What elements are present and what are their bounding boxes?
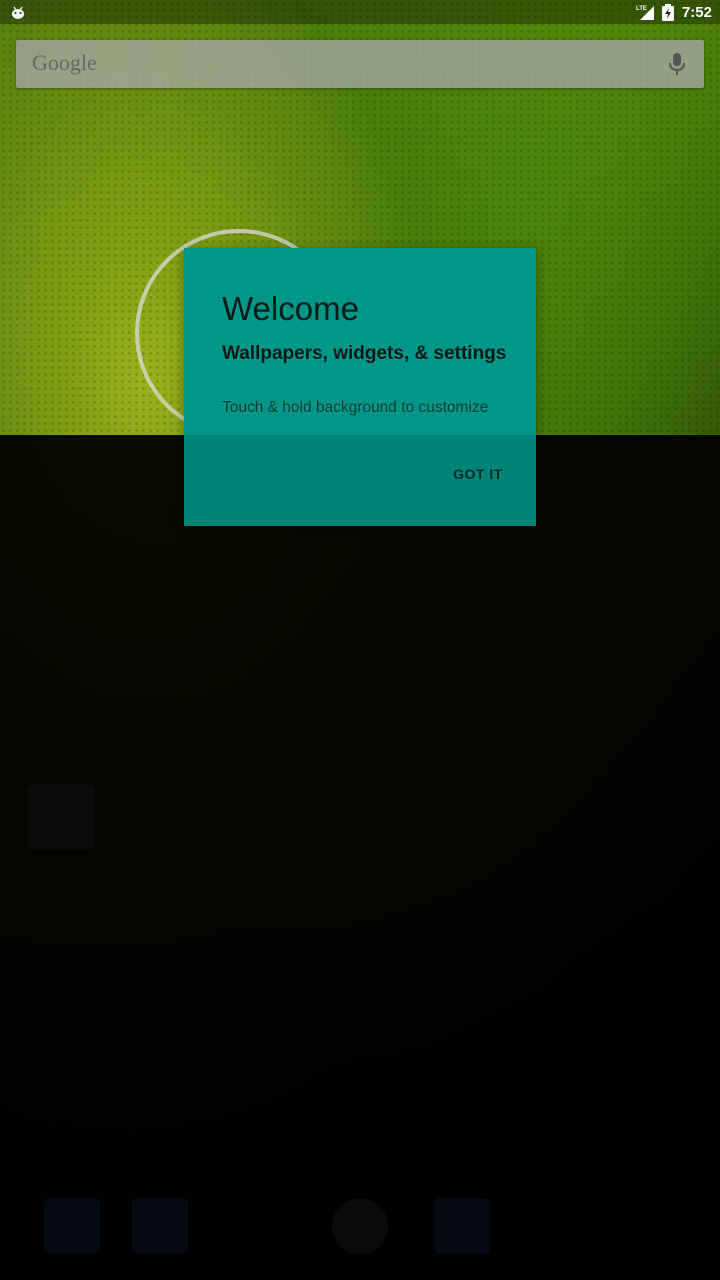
welcome-description: Touch & hold background to customize	[222, 399, 489, 416]
tutorial-dim-overlay[interactable]	[0, 435, 720, 1280]
dock-contacts-icon	[132, 1198, 188, 1254]
status-bar: LTE 7:52	[0, 0, 720, 24]
status-time: 7:52	[681, 3, 712, 21]
dock-app-icon	[44, 1198, 100, 1254]
home-screen[interactable]: LTE 7:52 Google Welcome Wallpapers, widg…	[0, 0, 720, 1280]
lte-signal-icon: LTE	[636, 6, 654, 20]
network-type-label: LTE	[636, 6, 647, 12]
app-drawer-icon	[332, 1198, 388, 1254]
welcome-title: Welcome	[222, 290, 359, 327]
google-search-bar[interactable]: Google	[16, 40, 704, 88]
got-it-button[interactable]: GOT IT	[440, 460, 516, 488]
app-shortcut-icon	[28, 784, 94, 850]
dock-messaging-icon	[434, 1198, 490, 1254]
android-notification-icon	[12, 6, 24, 19]
battery-charging-icon	[661, 3, 674, 21]
mic-icon[interactable]	[668, 52, 686, 76]
google-logo: Google	[32, 50, 97, 75]
welcome-subtitle: Wallpapers, widgets, & settings	[222, 343, 507, 364]
